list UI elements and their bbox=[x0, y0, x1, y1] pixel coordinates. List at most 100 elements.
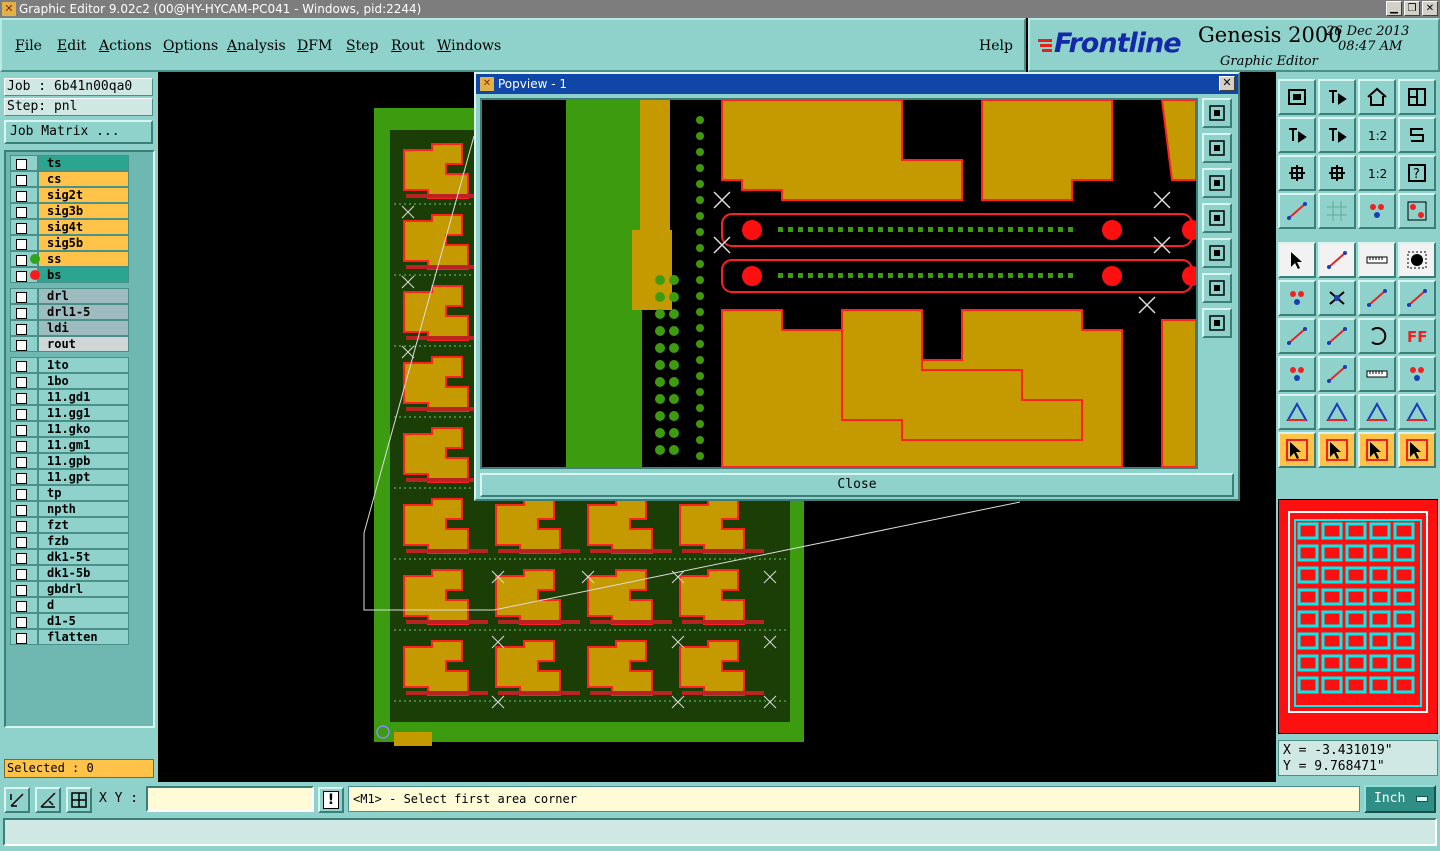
layers-red-icon[interactable] bbox=[1398, 193, 1436, 229]
menu-edit[interactable]: Edit bbox=[57, 38, 86, 54]
layer-checkbox[interactable] bbox=[10, 304, 38, 320]
flip-icon[interactable]: FF bbox=[1398, 318, 1436, 354]
layer-checkbox[interactable] bbox=[10, 288, 38, 304]
break-icon[interactable] bbox=[1318, 356, 1356, 392]
minimap-drawing[interactable] bbox=[1279, 500, 1437, 733]
exclamation-icon[interactable]: ! bbox=[318, 787, 344, 813]
popview-drawing[interactable] bbox=[482, 100, 1196, 467]
layer-checkbox[interactable] bbox=[10, 517, 38, 533]
layer-checkbox[interactable] bbox=[10, 155, 38, 171]
layer-checkbox[interactable] bbox=[10, 219, 38, 235]
contour-icon[interactable] bbox=[1278, 356, 1316, 392]
popview-zoom-in-icon[interactable] bbox=[1202, 98, 1232, 128]
panel-minimap[interactable] bbox=[1278, 499, 1438, 734]
layer-row[interactable]: d1-5 bbox=[10, 613, 129, 629]
restore-icon[interactable]: ❐ bbox=[1404, 1, 1420, 16]
layer-name[interactable]: ldi bbox=[38, 320, 129, 336]
layer-name[interactable]: 11.gm1 bbox=[38, 437, 129, 453]
layer-name[interactable]: 11.gpt bbox=[38, 469, 129, 485]
layer-checkbox[interactable] bbox=[10, 501, 38, 517]
layer-name[interactable]: rout bbox=[38, 336, 129, 352]
layer-name[interactable]: sig3b bbox=[38, 203, 129, 219]
layer-row[interactable]: sig4t bbox=[10, 219, 129, 235]
split-view-icon[interactable] bbox=[1398, 79, 1436, 115]
layer-checkbox[interactable] bbox=[10, 187, 38, 203]
popview-center-icon[interactable] bbox=[1202, 308, 1232, 338]
layer-row[interactable]: drl1-5 bbox=[10, 304, 129, 320]
scale-icon[interactable]: 1:2 bbox=[1358, 155, 1396, 191]
layer-checkbox[interactable] bbox=[10, 405, 38, 421]
layer-row[interactable]: tp bbox=[10, 485, 129, 501]
layer-row[interactable]: npth bbox=[10, 501, 129, 517]
minimize-icon[interactable]: ▁ bbox=[1386, 1, 1402, 16]
layers-drill-icon[interactable] bbox=[1358, 193, 1396, 229]
layer-name[interactable]: sig5b bbox=[38, 235, 129, 251]
layer-name[interactable]: sig2t bbox=[38, 187, 129, 203]
layer-row[interactable]: ts bbox=[10, 155, 129, 171]
triangle-3-icon[interactable] bbox=[1358, 394, 1396, 430]
select-box-icon[interactable] bbox=[1318, 432, 1356, 468]
layer-name[interactable]: 11.gd1 bbox=[38, 389, 129, 405]
layer-row[interactable]: flatten bbox=[10, 629, 129, 645]
layer-name[interactable]: 11.gg1 bbox=[38, 405, 129, 421]
measure-icon[interactable] bbox=[35, 787, 61, 813]
layer-name[interactable]: gbdrl bbox=[38, 581, 129, 597]
menu-dfm[interactable]: DFM bbox=[297, 38, 332, 54]
xy-input[interactable] bbox=[146, 786, 314, 812]
zoom-out-icon[interactable] bbox=[1318, 79, 1356, 115]
layer-row[interactable]: 11.gm1 bbox=[10, 437, 129, 453]
layer-row[interactable]: gbdrl bbox=[10, 581, 129, 597]
layer-row[interactable]: drl bbox=[10, 288, 129, 304]
layer-row[interactable]: 11.gpt bbox=[10, 469, 129, 485]
home-icon[interactable] bbox=[1358, 79, 1396, 115]
menu-rout[interactable]: Rout bbox=[391, 38, 425, 54]
group-icon[interactable] bbox=[1398, 356, 1436, 392]
slash-icon[interactable] bbox=[1318, 318, 1356, 354]
pan-right-icon[interactable] bbox=[1318, 117, 1356, 153]
layer-checkbox[interactable] bbox=[10, 320, 38, 336]
rotate-icon[interactable] bbox=[1358, 318, 1396, 354]
layer-checkbox[interactable] bbox=[10, 389, 38, 405]
layer-checkbox[interactable] bbox=[10, 597, 38, 613]
layer-name[interactable]: dk1-5b bbox=[38, 565, 129, 581]
menu-step[interactable]: Step bbox=[346, 38, 378, 54]
layer-row[interactable]: 11.gko bbox=[10, 421, 129, 437]
pan-left-icon[interactable] bbox=[1278, 117, 1316, 153]
layer-name[interactable]: 1bo bbox=[38, 373, 129, 389]
layer-checkbox[interactable] bbox=[10, 613, 38, 629]
help-icon[interactable]: ? bbox=[1398, 155, 1436, 191]
layer-row[interactable]: sig2t bbox=[10, 187, 129, 203]
menu-analysis[interactable]: Analysis bbox=[227, 38, 286, 54]
layer-name[interactable]: flatten bbox=[38, 629, 129, 645]
layer-row[interactable]: dk1-5t bbox=[10, 549, 129, 565]
net-icon[interactable] bbox=[1278, 280, 1316, 316]
move-icon[interactable] bbox=[1358, 280, 1396, 316]
layer-name[interactable]: sig4t bbox=[38, 219, 129, 235]
layer-name[interactable]: cs bbox=[38, 171, 129, 187]
layer-row[interactable]: d bbox=[10, 597, 129, 613]
layer-checkbox[interactable] bbox=[10, 421, 38, 437]
add-feature-icon[interactable] bbox=[1278, 242, 1316, 278]
close-icon[interactable]: ✕ bbox=[1422, 1, 1438, 16]
layer-checkbox[interactable] bbox=[10, 533, 38, 549]
zoom-box-icon[interactable] bbox=[1278, 79, 1316, 115]
layer-name[interactable]: drl bbox=[38, 288, 129, 304]
layer-name[interactable]: 11.gko bbox=[38, 421, 129, 437]
layer-row[interactable]: 11.gpb bbox=[10, 453, 129, 469]
snap-icon[interactable] bbox=[4, 787, 30, 813]
layer-checkbox[interactable] bbox=[10, 357, 38, 373]
layer-checkbox[interactable] bbox=[10, 373, 38, 389]
fit-icon[interactable] bbox=[1278, 155, 1316, 191]
layer-row[interactable]: fzt bbox=[10, 517, 129, 533]
layer-name[interactable]: 11.gpb bbox=[38, 453, 129, 469]
layer-checkbox[interactable] bbox=[10, 549, 38, 565]
layer-row[interactable]: dk1-5b bbox=[10, 565, 129, 581]
layer-name[interactable]: dk1-5t bbox=[38, 549, 129, 565]
layer-checkbox[interactable] bbox=[10, 485, 38, 501]
layer-name[interactable]: npth bbox=[38, 501, 129, 517]
triangle-1-icon[interactable] bbox=[1278, 394, 1316, 430]
pad-icon[interactable] bbox=[1398, 242, 1436, 278]
layer-name[interactable]: tp bbox=[38, 485, 129, 501]
delete-icon[interactable] bbox=[1318, 280, 1356, 316]
resize-icon[interactable] bbox=[1358, 356, 1396, 392]
